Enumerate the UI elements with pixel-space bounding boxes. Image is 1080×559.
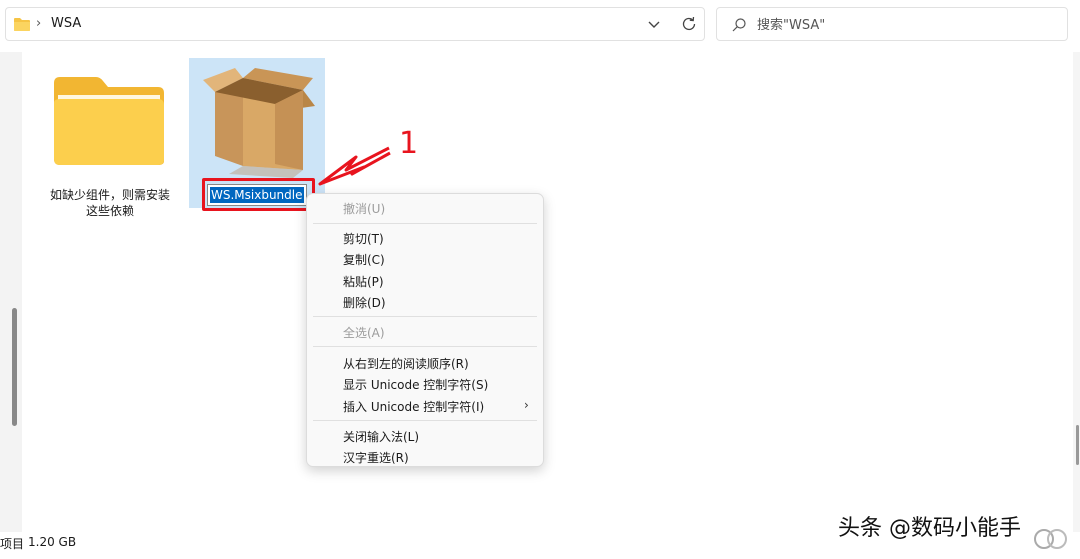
context-menu: 撤消(U) 剪切(T) 复制(C) 粘贴(P) 删除(D) 全选(A) 从右到左…	[306, 193, 544, 467]
folder-icon	[54, 77, 164, 165]
annotation-box-1	[202, 178, 315, 211]
menu-divider	[313, 420, 537, 421]
navigation-pane[interactable]	[0, 52, 22, 532]
annotation-number-1: 1	[399, 126, 419, 161]
menu-item-reconversion[interactable]: 汉字重选(R)	[343, 449, 409, 466]
status-size: 1.20 GB	[28, 535, 77, 549]
menu-item-insert-unicode[interactable]: 插入 Unicode 控制字符(I)	[343, 398, 484, 415]
content-scrollbar[interactable]	[1076, 425, 1079, 465]
menu-item-close-ime[interactable]: 关闭输入法(L)	[343, 428, 419, 445]
breadcrumb-separator: ›	[36, 16, 42, 31]
status-item-count: 项目	[0, 537, 25, 551]
menu-item-paste[interactable]: 粘贴(P)	[343, 273, 384, 290]
breadcrumb-wsa[interactable]: WSA	[51, 16, 81, 31]
refresh-icon[interactable]	[680, 15, 698, 33]
menu-item-copy[interactable]: 复制(C)	[343, 251, 385, 268]
menu-divider	[313, 223, 537, 224]
menu-divider	[313, 346, 537, 347]
package-icon	[203, 68, 315, 178]
search-input[interactable]	[757, 15, 1057, 35]
watermark-text: 头条 @数码小能手	[838, 516, 1021, 541]
search-icon	[732, 18, 746, 32]
chevron-down-icon[interactable]	[646, 16, 662, 32]
navigation-scrollbar[interactable]	[12, 308, 17, 426]
menu-item-show-unicode[interactable]: 显示 Unicode 控制字符(S)	[343, 376, 488, 393]
search-box[interactable]	[716, 7, 1068, 41]
annotation-arrow-1	[318, 146, 391, 186]
menu-item-delete[interactable]: 删除(D)	[343, 294, 386, 311]
menu-item-select-all: 全选(A)	[343, 326, 385, 340]
menu-item-rtl-reading[interactable]: 从右到左的阅读顺序(R)	[343, 355, 469, 372]
file-item-folder[interactable]: 如缺少组件，则需安装 这些依赖	[40, 60, 180, 220]
menu-divider	[313, 316, 537, 317]
address-bar[interactable]: › WSA	[5, 7, 705, 41]
chevron-right-icon: ›	[524, 398, 529, 412]
menu-item-undo: 撤消(U)	[343, 202, 386, 216]
menu-item-cut[interactable]: 剪切(T)	[343, 230, 384, 247]
folder-icon	[14, 18, 30, 31]
file-name: 如缺少组件，则需安装 这些依赖	[49, 188, 170, 218]
watermark-logo-icon	[1034, 529, 1067, 549]
